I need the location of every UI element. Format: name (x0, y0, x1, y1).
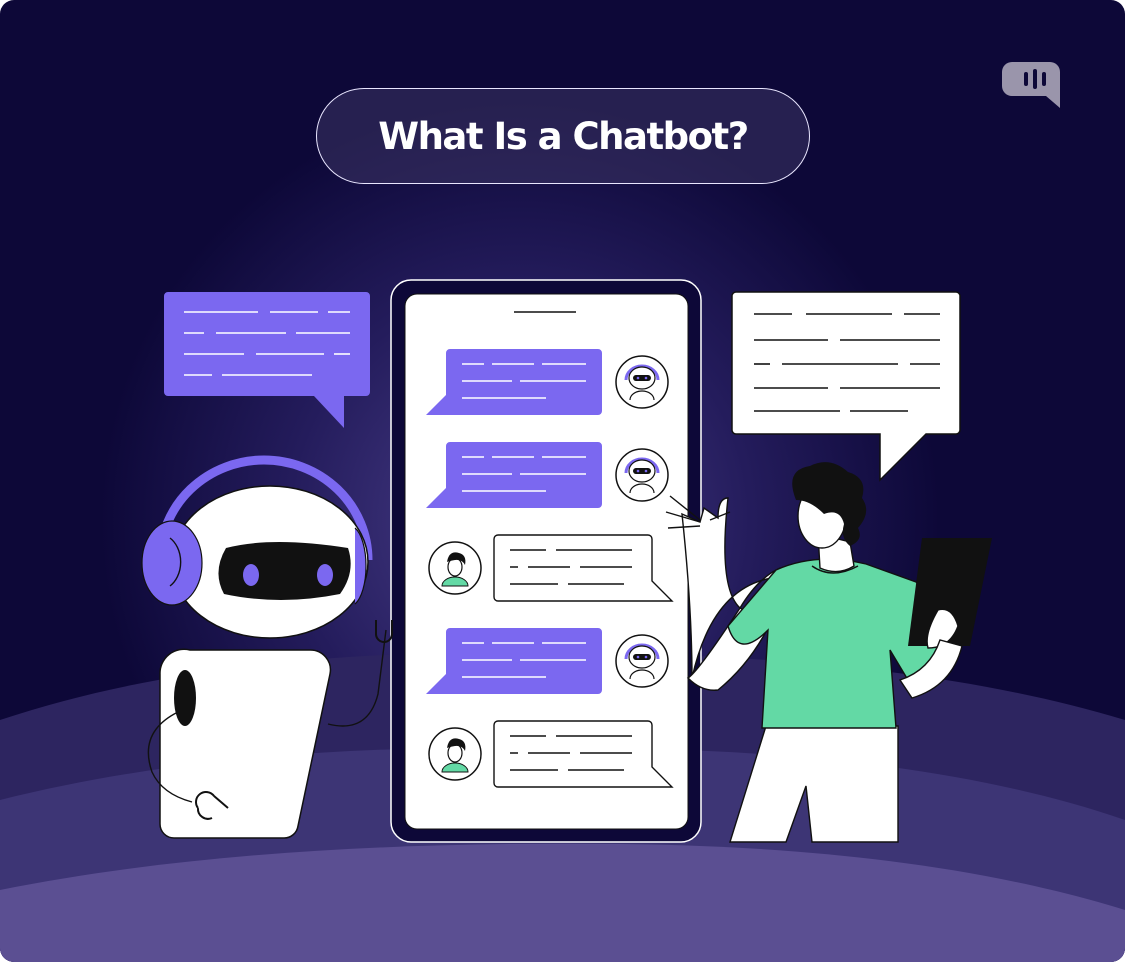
robot-avatar-icon (615, 448, 669, 502)
user-avatar-icon (428, 727, 482, 781)
infographic-canvas: What Is a Chatbot? (0, 0, 1125, 962)
user-message (428, 534, 674, 602)
title-pill: What Is a Chatbot? (316, 88, 810, 184)
page-title: What Is a Chatbot? (378, 114, 749, 158)
robot-avatar-icon (615, 355, 669, 409)
bot-message (426, 628, 669, 694)
bot-message (426, 349, 669, 415)
user-avatar-icon (428, 541, 482, 595)
bot-message (426, 442, 669, 508)
user-message (428, 720, 674, 788)
robot-avatar-icon (615, 634, 669, 688)
